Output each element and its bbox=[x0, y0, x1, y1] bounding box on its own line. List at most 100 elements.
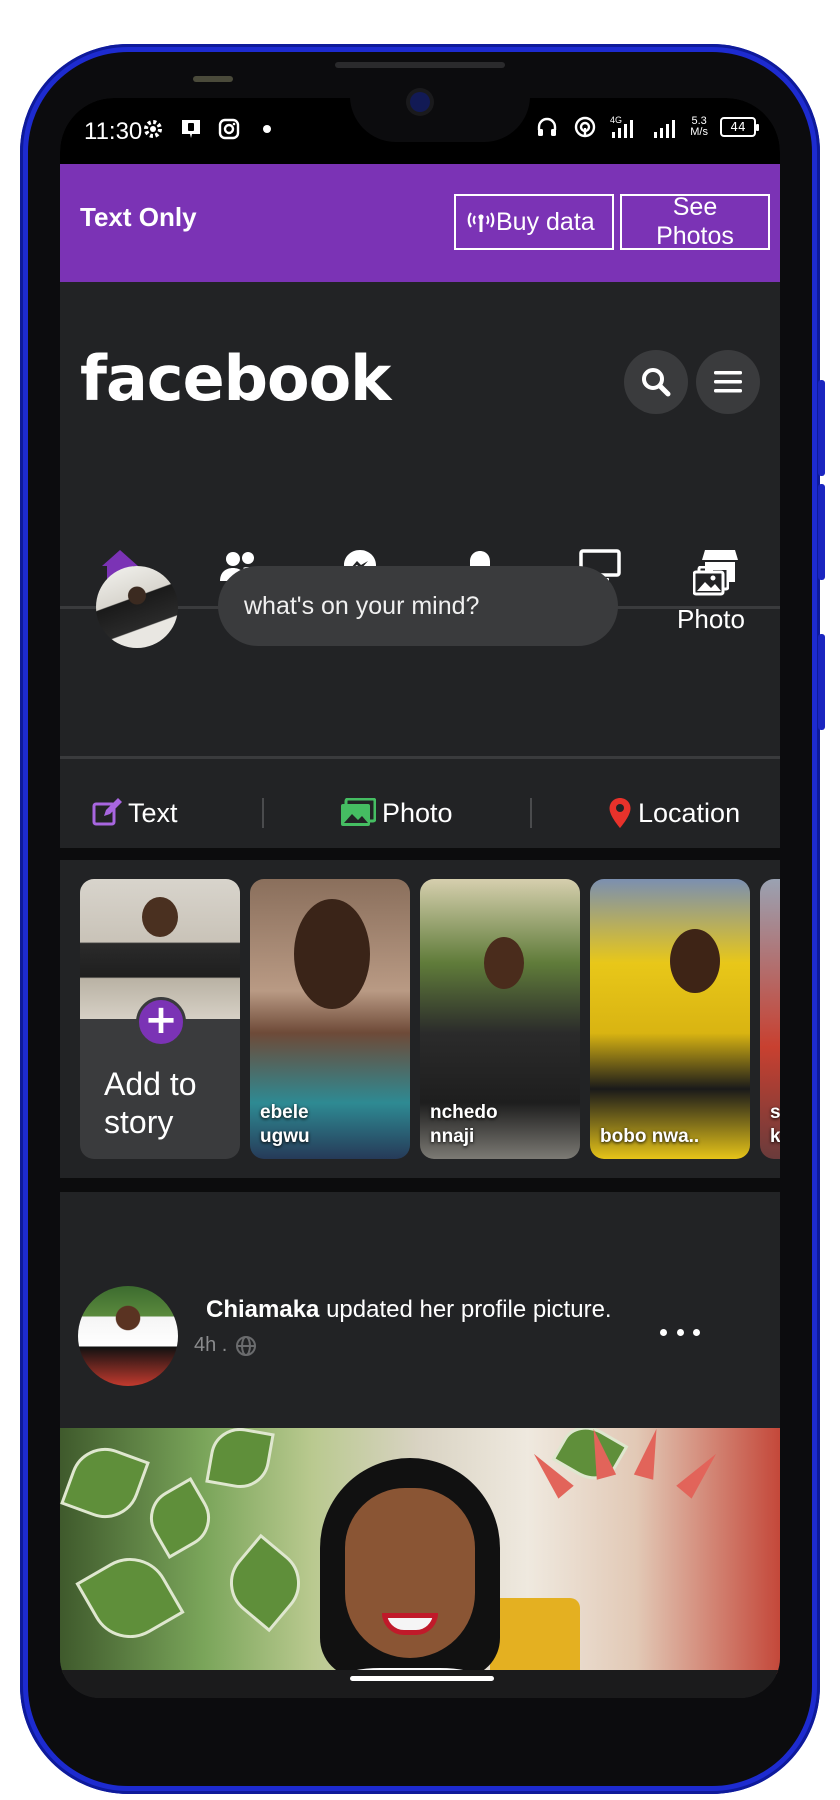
globe-icon bbox=[236, 1335, 257, 1356]
svg-text:4G: 4G bbox=[610, 115, 622, 125]
add-story-face bbox=[142, 897, 178, 937]
more-dot-icon bbox=[660, 1328, 667, 1336]
story-name-line2: nnaji bbox=[430, 1126, 475, 1147]
notch bbox=[350, 98, 530, 142]
battery-level: 44 bbox=[730, 120, 746, 134]
front-camera bbox=[410, 92, 430, 112]
network-speed-unit: M/s bbox=[690, 126, 708, 138]
user-avatar[interactable] bbox=[96, 566, 178, 648]
screen: 11:30 4G 5.3 M/s 44 Text Only Buy data S… bbox=[60, 98, 780, 1698]
leaf-decoration bbox=[60, 1438, 150, 1528]
composer-divider bbox=[60, 756, 780, 759]
post-header-text: Chiamaka updated her profile picture. bbox=[206, 1296, 612, 1324]
network-speed: 5.3 M/s bbox=[690, 116, 708, 138]
hamburger-menu-icon bbox=[714, 371, 742, 393]
post-time: 4h . bbox=[194, 1334, 228, 1356]
device-notification-icon bbox=[178, 116, 204, 142]
sensor bbox=[193, 76, 233, 82]
signal-4g-icon: 4G bbox=[610, 114, 640, 140]
see-photos-button[interactable]: See Photos bbox=[620, 193, 770, 250]
menu-button[interactable] bbox=[696, 350, 760, 414]
plus-icon: + bbox=[136, 997, 186, 1047]
add-story-label-line1: Add to bbox=[104, 1066, 197, 1102]
location-action-button[interactable]: Location bbox=[608, 770, 740, 856]
volume-up-button bbox=[818, 380, 825, 476]
leaf-decoration bbox=[139, 1477, 221, 1559]
story-face bbox=[670, 929, 720, 993]
location-action-label: Location bbox=[638, 797, 741, 828]
status-time: 11:30 bbox=[84, 118, 143, 145]
story-name: s k bbox=[770, 1101, 780, 1149]
status-icons-right: 4G 5.3 M/s 44 bbox=[534, 114, 759, 140]
composer-photo-label: Photo bbox=[677, 604, 745, 634]
story-card[interactable]: ebele ugwu bbox=[250, 879, 410, 1159]
more-notifications-dot-icon bbox=[254, 116, 280, 142]
more-dot-icon bbox=[676, 1328, 684, 1336]
story-name-line1: nchedo bbox=[430, 1102, 498, 1123]
earpiece bbox=[335, 62, 505, 68]
facebook-logo[interactable]: facebook bbox=[80, 342, 391, 415]
post-meta: 4h . bbox=[194, 1334, 257, 1357]
action-separator bbox=[262, 798, 264, 828]
add-story-label: Add to story bbox=[104, 1065, 197, 1141]
action-separator bbox=[530, 798, 532, 828]
add-story-card[interactable]: + Add to story bbox=[80, 879, 240, 1159]
search-button[interactable] bbox=[624, 350, 688, 414]
section-separator bbox=[60, 1178, 780, 1192]
story-name-line1: ebele bbox=[260, 1102, 309, 1123]
story-name: nchedo nnaji bbox=[430, 1101, 570, 1149]
photos-icon bbox=[692, 565, 730, 596]
volume-down-button bbox=[818, 484, 825, 580]
story-name: bobo nwa.. bbox=[600, 1125, 740, 1149]
sun-ray bbox=[676, 1447, 724, 1499]
gesture-bar-area bbox=[60, 1670, 780, 1698]
post-action-text: updated her profile picture. bbox=[326, 1296, 612, 1323]
story-name: ebele ugwu bbox=[260, 1101, 400, 1149]
post-author-avatar[interactable] bbox=[78, 1286, 178, 1386]
stories-tray: + Add to story ebele ugwu nchedo nnaji b… bbox=[60, 879, 780, 1179]
headphones-icon bbox=[534, 114, 560, 140]
more-dot-icon bbox=[693, 1328, 700, 1336]
photo-action-button[interactable]: Photo bbox=[340, 770, 453, 856]
free-mode-banner: Text Only Buy data See Photos bbox=[60, 164, 780, 282]
post-photo[interactable] bbox=[60, 1428, 780, 1674]
signal-bars-icon bbox=[652, 114, 678, 140]
status-composer-input[interactable]: what's on your mind? bbox=[218, 566, 618, 646]
power-button bbox=[818, 634, 825, 730]
leaf-decoration bbox=[215, 1533, 315, 1633]
story-name-line1: bobo nwa.. bbox=[600, 1126, 700, 1147]
antenna-icon bbox=[467, 212, 495, 232]
post-options-button[interactable] bbox=[660, 1320, 700, 1344]
story-face bbox=[294, 899, 370, 1009]
home-indicator[interactable] bbox=[350, 1676, 494, 1681]
buy-data-label: Buy data bbox=[496, 207, 595, 236]
leaf-decoration bbox=[205, 1428, 275, 1493]
leaf-decoration bbox=[75, 1543, 185, 1653]
story-card[interactable]: nchedo nnaji bbox=[420, 879, 580, 1159]
story-face bbox=[484, 937, 524, 989]
status-icons-left bbox=[140, 116, 280, 142]
search-icon bbox=[642, 368, 671, 397]
section-separator bbox=[60, 848, 780, 860]
photo-action-label: Photo bbox=[382, 797, 453, 828]
text-action-label: Text bbox=[128, 797, 178, 828]
story-card[interactable]: s k bbox=[760, 879, 780, 1159]
instagram-icon bbox=[216, 116, 242, 142]
composer-photo-button[interactable]: Photo bbox=[666, 565, 756, 635]
story-card[interactable]: bobo nwa.. bbox=[590, 879, 750, 1159]
post-actions-row: Text Photo Location bbox=[60, 770, 780, 856]
story-name-line2: k bbox=[770, 1126, 780, 1147]
post-author-name[interactable]: Chiamaka bbox=[206, 1296, 319, 1323]
text-action-button[interactable]: Text bbox=[92, 770, 178, 856]
torch-emblem bbox=[490, 1598, 580, 1674]
add-story-label-line2: story bbox=[104, 1104, 174, 1140]
story-name-line2: ugwu bbox=[260, 1126, 310, 1147]
story-name-line1: s bbox=[770, 1102, 780, 1123]
buy-data-button[interactable]: Buy data bbox=[454, 194, 614, 250]
location-pin-icon bbox=[609, 798, 631, 828]
settings-icon bbox=[140, 116, 166, 142]
sun-ray bbox=[633, 1428, 667, 1480]
photo-green-icon bbox=[341, 798, 376, 826]
banner-title: Text Only bbox=[80, 202, 197, 232]
battery-icon: 44 bbox=[720, 117, 759, 137]
